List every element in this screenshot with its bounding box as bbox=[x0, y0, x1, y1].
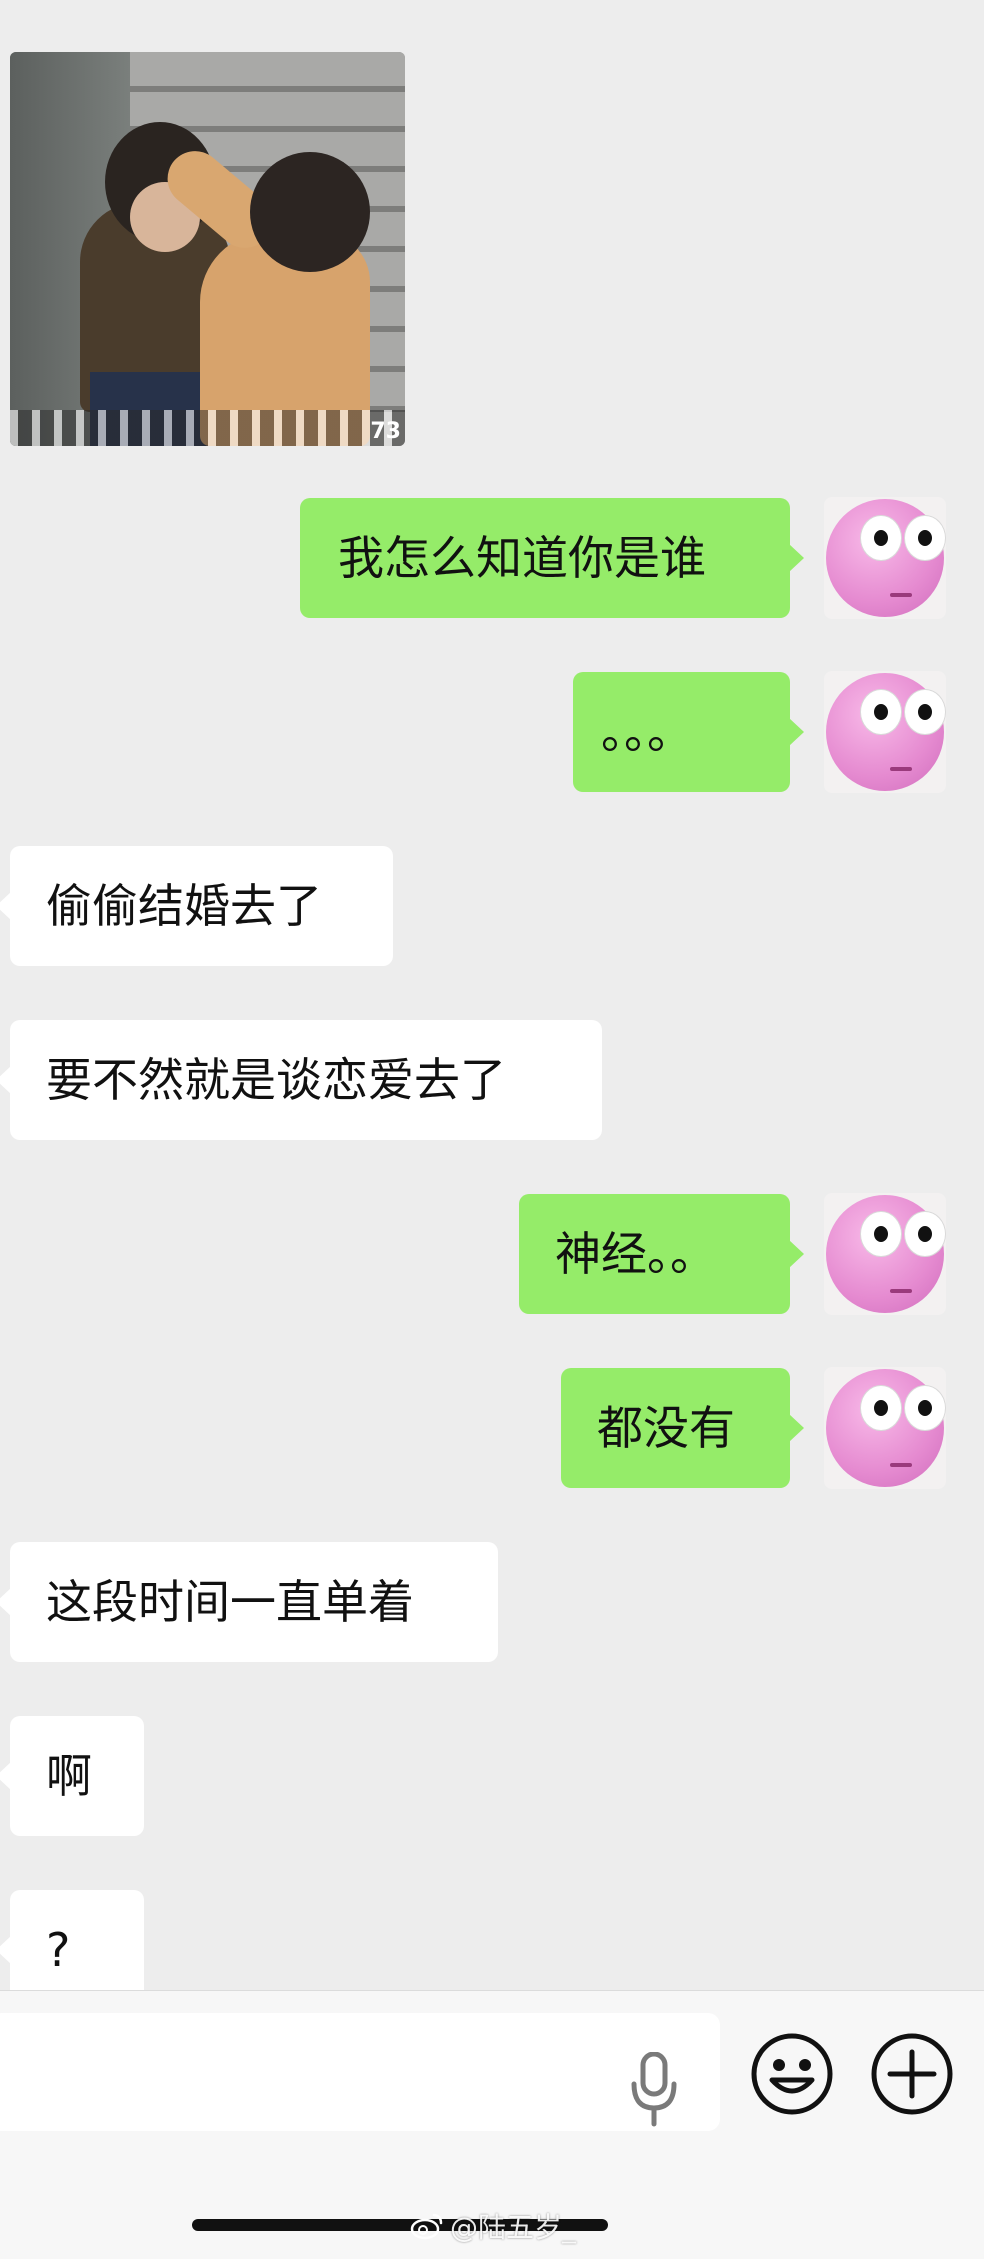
message-text: 我怎么知道你是谁 bbox=[338, 531, 706, 585]
microphone-icon[interactable] bbox=[630, 2052, 678, 2128]
chat-window: 73 我怎么知道你是谁 。。。 偷偷结婚去了 要不然就是谈恋爱去了 神经。。 都… bbox=[0, 0, 984, 2259]
message-text: 要不然就是谈恋爱去了 bbox=[46, 1053, 506, 1107]
my-avatar[interactable] bbox=[824, 671, 946, 793]
emoji-icon[interactable] bbox=[750, 2032, 834, 2116]
image-message[interactable]: 73 bbox=[10, 52, 405, 446]
my-avatar[interactable] bbox=[824, 1193, 946, 1315]
message-input[interactable] bbox=[0, 2013, 720, 2131]
message-text: 都没有 bbox=[597, 1401, 735, 1455]
sent-message-bubble[interactable]: 神经。。 bbox=[519, 1194, 804, 1314]
message-text: 。。。 bbox=[601, 705, 693, 759]
received-message-bubble[interactable]: 偷偷结婚去了 bbox=[0, 846, 393, 966]
sent-message-bubble[interactable]: 我怎么知道你是谁 bbox=[300, 498, 804, 618]
message-text: 偷偷结婚去了 bbox=[46, 879, 322, 933]
message-text: ? bbox=[46, 1923, 71, 1977]
message-list[interactable]: 73 我怎么知道你是谁 。。。 偷偷结婚去了 要不然就是谈恋爱去了 神经。。 都… bbox=[0, 0, 984, 1990]
received-message-bubble[interactable]: 要不然就是谈恋爱去了 bbox=[0, 1020, 602, 1140]
weibo-icon bbox=[410, 2213, 443, 2240]
received-message-bubble[interactable]: 这段时间一直单着 bbox=[0, 1542, 498, 1662]
sent-message-bubble[interactable]: 都没有 bbox=[561, 1368, 804, 1488]
image-overlay-count: 73 bbox=[370, 419, 401, 444]
sent-message-bubble[interactable]: 。。。 bbox=[573, 672, 804, 792]
watermark: @陆五岁_ bbox=[410, 2206, 576, 2246]
message-text: 啊 bbox=[46, 1749, 92, 1803]
my-avatar[interactable] bbox=[824, 1367, 946, 1489]
my-avatar[interactable] bbox=[824, 497, 946, 619]
message-text: 这段时间一直单着 bbox=[46, 1575, 414, 1629]
received-message-bubble[interactable]: ? bbox=[0, 1890, 144, 1990]
plus-icon[interactable] bbox=[870, 2032, 954, 2116]
message-text: 神经。。 bbox=[555, 1227, 716, 1281]
received-message-bubble[interactable]: 啊 bbox=[0, 1716, 144, 1836]
watermark-text: @陆五岁_ bbox=[450, 2211, 577, 2244]
